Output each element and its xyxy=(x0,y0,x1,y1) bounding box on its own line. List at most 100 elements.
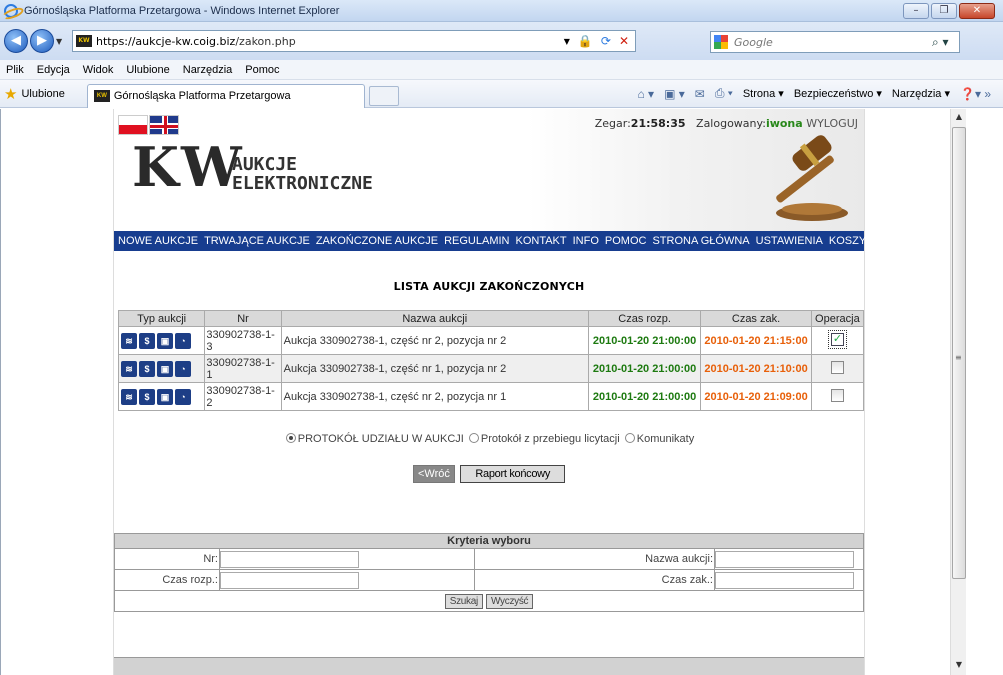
print-icon[interactable]: ⎙ ▾ xyxy=(715,86,733,101)
clock-time: 21:58:35 xyxy=(630,117,686,130)
criteria-table: Kryteria wyboru Nr: Nazwa aukcji: Czas r… xyxy=(114,533,864,612)
nav-koszyk[interactable]: KOSZYK xyxy=(829,235,874,247)
radio-label-protokol-przebiegu: Protokół z przebiegu licytacji xyxy=(480,433,620,445)
help-icon[interactable]: ❓▾ » xyxy=(960,87,991,101)
home-icon[interactable]: ⌂ ▾ xyxy=(637,87,654,101)
nav-regulamin[interactable]: REGULAMIN xyxy=(444,235,509,247)
nav-trwajace-aukcje[interactable]: TRWAJĄCE AUKCJE xyxy=(204,235,310,247)
site-header: KW AUKCJE ELEKTRONICZNE Zegar:21:58:35 Z… xyxy=(114,109,864,231)
lock-icon[interactable]: 🔒 xyxy=(578,34,593,48)
radio-komunikaty[interactable] xyxy=(624,433,635,443)
table-row[interactable]: ≋ $ ▣ ◔ 330902738-1-1 Aukcja 330902738-1, c… xyxy=(117,354,865,383)
strona-menu[interactable]: Strona ▾ xyxy=(743,87,784,100)
menu-edycja[interactable]: Edycja xyxy=(37,64,70,76)
favorites-button[interactable]: Ulubione xyxy=(21,88,64,100)
logout-link[interactable]: WYLOGUJ xyxy=(806,117,858,130)
address-dropdown-icon[interactable]: ▼ xyxy=(564,37,570,46)
search-go-icon[interactable]: ⌕ ▾ xyxy=(932,35,949,50)
new-tab-button[interactable] xyxy=(368,85,399,106)
col-operacja: Operacja xyxy=(810,310,865,327)
page-title: LISTA AUKCJI ZAKOŃCZONYCH xyxy=(393,280,585,293)
clear-button[interactable]: Wyczyść xyxy=(486,593,534,609)
close-button[interactable]: ✕ xyxy=(959,3,995,19)
menu-ulubione[interactable]: Ulubione xyxy=(126,64,169,76)
stop-icon[interactable]: ✕ xyxy=(619,34,629,48)
end-input[interactable] xyxy=(715,571,854,589)
back-button[interactable]: <Wróć xyxy=(412,465,455,483)
favorites-star-icon[interactable]: ★ xyxy=(4,85,17,103)
start-input[interactable] xyxy=(220,571,359,589)
row-start: 2010-01-20 21:00:00 xyxy=(587,326,702,355)
col-czas-rozp: Czas rozp. xyxy=(587,310,702,327)
menu-plik[interactable]: Plik xyxy=(6,64,24,76)
uk-flag-icon[interactable] xyxy=(149,115,179,135)
menu-bar: Plik Edycja Widok Ulubione Narzędzia Pom… xyxy=(0,60,1003,80)
clock-icon: ◔ xyxy=(175,388,191,405)
lock-icon: ▣ xyxy=(157,332,173,349)
menu-pomoc[interactable]: Pomoc xyxy=(245,64,279,76)
nav-info[interactable]: INFO xyxy=(573,235,599,247)
final-report-button[interactable]: Raport końcowy xyxy=(460,465,566,483)
forward-nav-icon[interactable]: ▶ xyxy=(30,29,54,53)
browser-tab[interactable]: KW Górnośląska Platforma Przetargowa xyxy=(86,83,365,108)
name-input[interactable] xyxy=(715,550,854,568)
vertical-scrollbar[interactable]: ▲ ≡ ▼ xyxy=(950,109,966,675)
dollar-icon: $ xyxy=(139,332,155,349)
clock-icon: ◔ xyxy=(175,360,191,377)
clock-icon: ◔ xyxy=(175,332,191,349)
auction-type-icon: ≋ xyxy=(121,332,137,349)
nav-kontakt[interactable]: KONTAKT xyxy=(515,235,566,247)
menu-widok[interactable]: Widok xyxy=(83,64,114,76)
table-row[interactable]: ≋ $ ▣ ◔ 330902738-1-3 Aukcja 330902738-1, c… xyxy=(117,326,865,355)
main-nav: NOWE AUKCJE TRWAJĄCE AUKCJE ZAKOŃCZONE A… xyxy=(114,231,874,251)
radio-protokol-udzialu[interactable] xyxy=(285,433,296,443)
row-end: 2010-01-20 21:10:00 xyxy=(700,354,812,383)
gavel-icon xyxy=(776,135,848,221)
scroll-up-icon[interactable]: ▲ xyxy=(951,109,967,125)
url-host: https://aukcje-kw.coig.biz xyxy=(96,34,236,48)
nav-strona-glowna[interactable]: STRONA GŁÓWNA xyxy=(652,235,749,247)
dollar-icon: $ xyxy=(139,360,155,377)
search-button[interactable]: Szukaj xyxy=(444,593,483,609)
menu-narzedzia[interactable]: Narzędzia xyxy=(183,64,233,76)
end-label: Czas zak.: xyxy=(474,569,715,591)
row-end: 2010-01-20 21:09:00 xyxy=(700,382,812,411)
address-input[interactable]: KW https://aukcje-kw.coig.biz/zakon.php … xyxy=(72,30,636,52)
bezpieczenstwo-label: Bezpieczeństwo xyxy=(793,88,874,100)
row-start: 2010-01-20 21:00:00 xyxy=(587,354,702,383)
bezpieczenstwo-menu[interactable]: Bezpieczeństwo ▾ xyxy=(794,87,882,100)
lock-icon: ▣ xyxy=(157,360,173,377)
ie-logo-icon xyxy=(4,3,18,18)
logo-line2: ELEKTRONICZNE xyxy=(232,173,373,194)
address-url: https://aukcje-kw.coig.biz/zakon.php xyxy=(96,35,564,48)
col-nazwa-aukcji: Nazwa aukcji xyxy=(280,310,589,327)
row-checkbox[interactable] xyxy=(827,329,847,349)
row-checkbox[interactable] xyxy=(830,388,844,402)
mail-icon[interactable]: ✉ xyxy=(695,87,705,101)
col-czas-zak: Czas zak. xyxy=(700,310,812,327)
nav-pomoc[interactable]: POMOC xyxy=(605,235,647,247)
feeds-icon[interactable]: ▣ ▾ xyxy=(664,87,685,101)
row-checkbox[interactable] xyxy=(830,360,844,374)
table-row[interactable]: ≋ $ ▣ ◔ 330902738-1-2 Aukcja 330902738-1, c… xyxy=(117,382,865,411)
radio-protokol-przebiegu[interactable] xyxy=(468,433,479,443)
nr-label: Nr: xyxy=(114,548,220,570)
logo-kw: KW xyxy=(132,135,246,199)
minimize-button[interactable]: – xyxy=(903,3,929,19)
results-table-header xyxy=(114,657,864,675)
back-nav-icon[interactable]: ◀ xyxy=(4,29,28,53)
row-name: Aukcja 330902738-1, część nr 1, pozycja … xyxy=(280,354,589,383)
maximize-button[interactable]: ❐ xyxy=(931,3,957,19)
nav-zakonczone-aukcje[interactable]: ZAKOŃCZONE AUKCJE xyxy=(316,235,438,247)
polish-flag-icon[interactable] xyxy=(118,115,148,135)
nav-ustawienia[interactable]: USTAWIENIA xyxy=(756,235,823,247)
nav-nowe-aukcje[interactable]: NOWE AUKCJE xyxy=(118,235,198,247)
scroll-down-icon[interactable]: ▼ xyxy=(951,657,967,673)
row-nr: 330902738-1-2 xyxy=(204,382,282,411)
search-input[interactable]: Google xyxy=(710,31,960,53)
nr-input[interactable] xyxy=(220,550,359,568)
history-dropdown-icon[interactable]: ▼ xyxy=(56,37,68,46)
narzedzia-menu[interactable]: Narzędzia ▾ xyxy=(892,87,950,100)
refresh-icon[interactable]: ⟳ xyxy=(601,34,611,48)
report-options: PROTOKÓŁ UDZIAŁU W AUKCJI Protokół z prz… xyxy=(114,433,864,445)
